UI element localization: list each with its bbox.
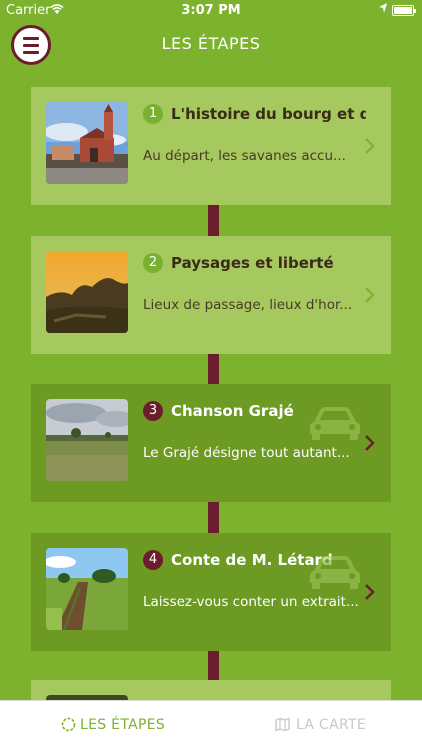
step-number: 3 bbox=[143, 401, 163, 421]
step-card-5[interactable] bbox=[31, 680, 391, 703]
page-title: LES ÉTAPES bbox=[161, 34, 261, 53]
step-description: Laissez-vous conter un extrait... bbox=[143, 594, 358, 610]
chevron-right-icon bbox=[365, 435, 375, 451]
step-title: L'histoire du bourg et d... bbox=[171, 105, 366, 123]
battery-icon bbox=[392, 5, 416, 16]
tab-bar: LES ÉTAPES LA CARTE bbox=[0, 700, 422, 750]
step-card-1[interactable]: 1 L'histoire du bourg et d... Au départ,… bbox=[31, 87, 391, 205]
step-description: Au départ, les savanes accu... bbox=[143, 148, 346, 164]
step-description: Le Grajé désigne tout autant... bbox=[143, 445, 350, 461]
tab-les-etapes[interactable]: LES ÉTAPES bbox=[0, 701, 211, 750]
tab-la-carte[interactable]: LA CARTE bbox=[211, 701, 422, 750]
step-title: Paysages et liberté bbox=[171, 254, 334, 272]
chevron-right-icon bbox=[365, 138, 375, 154]
step-number: 4 bbox=[143, 550, 163, 570]
tab-label: LA CARTE bbox=[296, 717, 367, 733]
step-number: 1 bbox=[143, 104, 163, 124]
step-number: 2 bbox=[143, 253, 163, 273]
location-arrow-icon bbox=[379, 3, 387, 13]
field-path-photo bbox=[46, 548, 128, 630]
step-card-3[interactable]: 3 Chanson Grajé Le Grajé désigne tout au… bbox=[31, 384, 391, 502]
savanna-photo bbox=[46, 399, 128, 481]
map-icon bbox=[275, 717, 290, 732]
chevron-right-icon bbox=[365, 584, 375, 600]
sunset-landscape-photo bbox=[46, 251, 128, 333]
car-icon bbox=[310, 556, 360, 589]
status-time: 3:07 PM bbox=[181, 3, 241, 18]
step-card-2[interactable]: 2 Paysages et liberté Lieux de passage, … bbox=[31, 236, 391, 354]
circle-icon bbox=[61, 717, 76, 732]
church-photo bbox=[46, 102, 128, 184]
tab-label: LES ÉTAPES bbox=[80, 717, 166, 733]
status-bar: Carrier 3:07 PM bbox=[0, 0, 422, 22]
car-icon bbox=[310, 407, 360, 440]
step-description: Lieux de passage, lieux d'hor... bbox=[143, 297, 353, 313]
chevron-right-icon bbox=[365, 287, 375, 303]
step-card-4[interactable]: 4 Conte de M. Létard Laissez-vous conter… bbox=[31, 533, 391, 651]
